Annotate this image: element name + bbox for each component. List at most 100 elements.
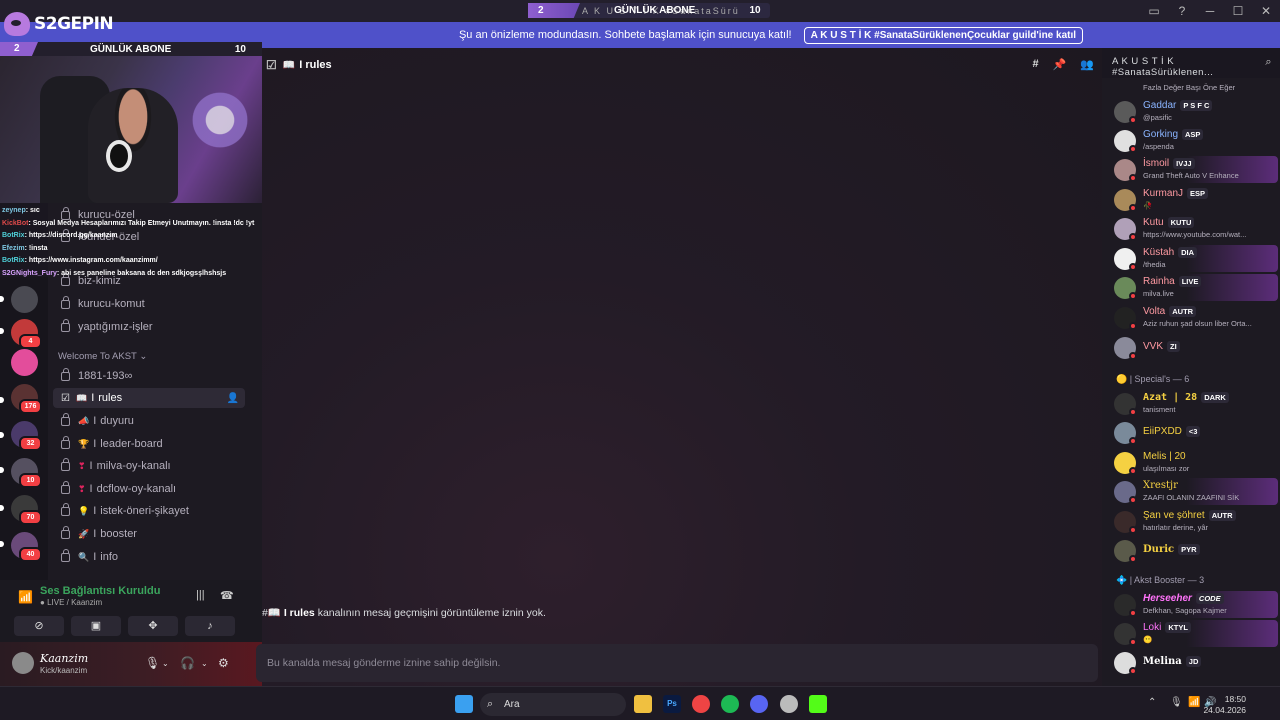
headphones-icon[interactable]: 🎧 bbox=[180, 656, 195, 670]
server-icon[interactable]: 4 bbox=[11, 319, 42, 349]
member-item[interactable]: Loki KTYL 😶 bbox=[1112, 620, 1278, 647]
chrome-icon[interactable] bbox=[692, 695, 710, 713]
server-search[interactable]: A K U S T İ K #SanataSürüklenen... ⌕ bbox=[1112, 56, 1274, 78]
server-icon[interactable]: 70 bbox=[11, 495, 42, 525]
lock-icon bbox=[61, 502, 70, 516]
member-item[interactable]: Rainha LIVE milva.live bbox=[1112, 274, 1278, 301]
lock-icon bbox=[61, 367, 70, 381]
member-item[interactable]: KurmanJ ESP 🥀 bbox=[1112, 186, 1278, 213]
windows-start-icon[interactable] bbox=[455, 695, 473, 713]
taskbar: ⌕ Ara Ps ⌃ 🎙 📶 🔊 18:50 24.04.2026 bbox=[0, 686, 1280, 720]
kick-icon[interactable] bbox=[809, 695, 827, 713]
member-item[interactable]: Gorking ASP/aspenda bbox=[1112, 127, 1278, 154]
member-item[interactable]: Küstah DIA/thedia bbox=[1112, 245, 1278, 272]
members-icon[interactable]: 👥 bbox=[1080, 58, 1094, 71]
stream-logo: S2GEPIN bbox=[4, 10, 124, 38]
logo-mark-icon bbox=[4, 12, 30, 36]
noise-suppression-icon[interactable]: ||| bbox=[196, 589, 205, 601]
minimize-button[interactable]: ─ bbox=[1196, 4, 1224, 18]
soundboard-button[interactable]: ♪ bbox=[185, 616, 235, 636]
lock-icon bbox=[61, 548, 70, 562]
member-item[interactable]: Herseeher CODE Defkhan, Sagopa Kajmer bbox=[1112, 591, 1278, 618]
member-item[interactable]: Melis | 20 ulaşılması zor bbox=[1112, 449, 1278, 476]
server-icon[interactable] bbox=[11, 286, 38, 313]
spotify-icon[interactable] bbox=[721, 695, 739, 713]
voice-connection-panel: 📶 Ses Bağlantısı Kuruldu ● LIVE / Kaanzi… bbox=[0, 580, 262, 642]
member-item[interactable]: Şan ve şöhret AUTR hatırlatır derine, yâr bbox=[1112, 508, 1278, 535]
category-header[interactable]: Welcome To AKST ⌄ bbox=[58, 351, 147, 362]
message-input[interactable]: Bu kanalda mesaj gönderme iznine sahip d… bbox=[256, 644, 1098, 682]
obs-icon[interactable] bbox=[780, 695, 798, 713]
logo-text: S2GEPIN bbox=[34, 14, 114, 34]
server-icon[interactable]: 32 bbox=[11, 421, 42, 451]
system-clock[interactable]: 18:50 24.04.2026 bbox=[1203, 694, 1246, 716]
file-explorer-icon[interactable] bbox=[634, 695, 652, 713]
member-item[interactable]: Kutu KUTU https://www.youtube.com/wat... bbox=[1112, 215, 1278, 242]
channel-item[interactable]: ❣ Imilva-oy-kanalı bbox=[53, 456, 245, 476]
member-item[interactable]: EiiPXDD <3 bbox=[1112, 419, 1278, 446]
member-item[interactable]: Xrestjr ZAAFI OLANIN ZAAFINI SİK bbox=[1112, 478, 1278, 505]
sub-goal-count-2: 2 bbox=[0, 42, 38, 56]
chevron-down-icon[interactable]: ⌄ bbox=[162, 659, 169, 668]
help-icon[interactable]: ? bbox=[1168, 4, 1196, 18]
taskbar-search[interactable]: ⌕ Ara bbox=[480, 693, 626, 716]
screen-share-button[interactable]: ▣ bbox=[71, 616, 121, 636]
wifi-icon[interactable]: 📶 bbox=[1188, 697, 1200, 708]
user-name: Kaanzim bbox=[40, 652, 89, 665]
chevron-down-icon[interactable]: ⌄ bbox=[201, 659, 208, 668]
server-icon[interactable]: 40 bbox=[11, 532, 42, 562]
lock-icon bbox=[61, 295, 70, 309]
role-section-special: 🟡 | Special's — 6 bbox=[1116, 374, 1190, 384]
server-icon[interactable]: 10 bbox=[11, 458, 42, 488]
channel-item[interactable]: 🚀 Ibooster bbox=[53, 524, 245, 544]
channel-item[interactable]: kurucu-komut bbox=[53, 294, 245, 314]
sub-goal-bar: 2 GÜNLÜK ABONE 10 bbox=[0, 42, 262, 56]
member-item[interactable]: Melina JD bbox=[1112, 649, 1278, 676]
channel-item[interactable]: yaptığımız-işler bbox=[53, 317, 245, 337]
disconnect-icon[interactable]: ☎ bbox=[220, 589, 234, 602]
stream-chat-line: zeynep: sıc bbox=[2, 207, 40, 214]
gear-icon[interactable]: ⚙ bbox=[218, 656, 229, 670]
channel-item[interactable]: 🏆 Ileader-board bbox=[53, 434, 245, 454]
channel-item-rules[interactable]: ☑ 📖 Irules 👤 bbox=[53, 388, 245, 408]
lock-icon bbox=[61, 480, 70, 494]
add-member-icon[interactable]: 👤 bbox=[227, 393, 239, 404]
channel-item[interactable]: 💡 Iistek-öneri-şikayet bbox=[53, 501, 245, 521]
server-rail: 4 176 32 10 70 40 bbox=[0, 277, 48, 580]
video-off-button[interactable]: ⊘ bbox=[14, 616, 64, 636]
threads-icon[interactable]: # bbox=[1032, 58, 1038, 71]
stream-chat-line: BotRix: https://www.instagram.com/kaanzi… bbox=[2, 257, 158, 264]
chevron-up-icon[interactable]: ⌃ bbox=[1148, 697, 1156, 708]
activities-button[interactable]: ✥ bbox=[128, 616, 178, 636]
member-item[interactable]: Duric PYR bbox=[1112, 537, 1278, 564]
join-guild-button[interactable]: A K U S T İ K #SanataSürüklenenÇocuklar … bbox=[803, 26, 1084, 44]
channel-item[interactable]: 1881-193∞ bbox=[53, 366, 245, 386]
maximize-button[interactable]: ☐ bbox=[1224, 4, 1252, 18]
photoshop-icon[interactable]: Ps bbox=[663, 695, 681, 713]
member-item[interactable]: VVK ZI bbox=[1112, 334, 1278, 361]
member-item[interactable]: Fazla Değer Başı Öne Eğer bbox=[1112, 80, 1278, 96]
sub-goal-target: 10 bbox=[749, 5, 761, 16]
no-history-notice: #📖 I rules kanalının mesaj geçmişini gör… bbox=[262, 607, 546, 619]
discord-icon[interactable] bbox=[750, 695, 768, 713]
member-item[interactable]: Azat | 28 DARK tanisment bbox=[1112, 390, 1278, 417]
server-icon[interactable]: 176 bbox=[11, 384, 42, 414]
microphone-icon[interactable]: 🎙 bbox=[1170, 697, 1183, 708]
signal-icon: 📶 bbox=[18, 590, 33, 604]
channel-item[interactable]: ❣ Idcflow-oy-kanalı bbox=[53, 479, 245, 499]
member-item[interactable]: Gaddar P S F C @pasific bbox=[1112, 98, 1278, 125]
member-item[interactable]: İsmoil IVJJ Grand Theft Auto V Enhance bbox=[1112, 156, 1278, 183]
webcam-wolf-art bbox=[180, 66, 260, 186]
channel-item[interactable]: 📣 Iduyuru bbox=[53, 411, 245, 431]
avatar[interactable] bbox=[12, 652, 34, 674]
unread-pip bbox=[0, 505, 4, 511]
stream-chat-line: KickBot: Sosyal Medya Hesaplarımızı Taki… bbox=[2, 219, 255, 227]
inbox-icon[interactable]: ▭ bbox=[1140, 4, 1168, 18]
server-icon[interactable] bbox=[11, 349, 38, 376]
channel-item[interactable]: 🔍 Iinfo bbox=[53, 547, 245, 567]
member-item[interactable]: Volta AUTR Aziz ruhun şad olsun liber Orta… bbox=[1112, 304, 1278, 331]
unread-pip bbox=[0, 541, 4, 547]
pin-icon[interactable]: 📌 bbox=[1053, 58, 1067, 71]
microphone-icon[interactable]: 🎙 bbox=[145, 656, 160, 670]
close-button[interactable]: ✕ bbox=[1252, 4, 1280, 18]
